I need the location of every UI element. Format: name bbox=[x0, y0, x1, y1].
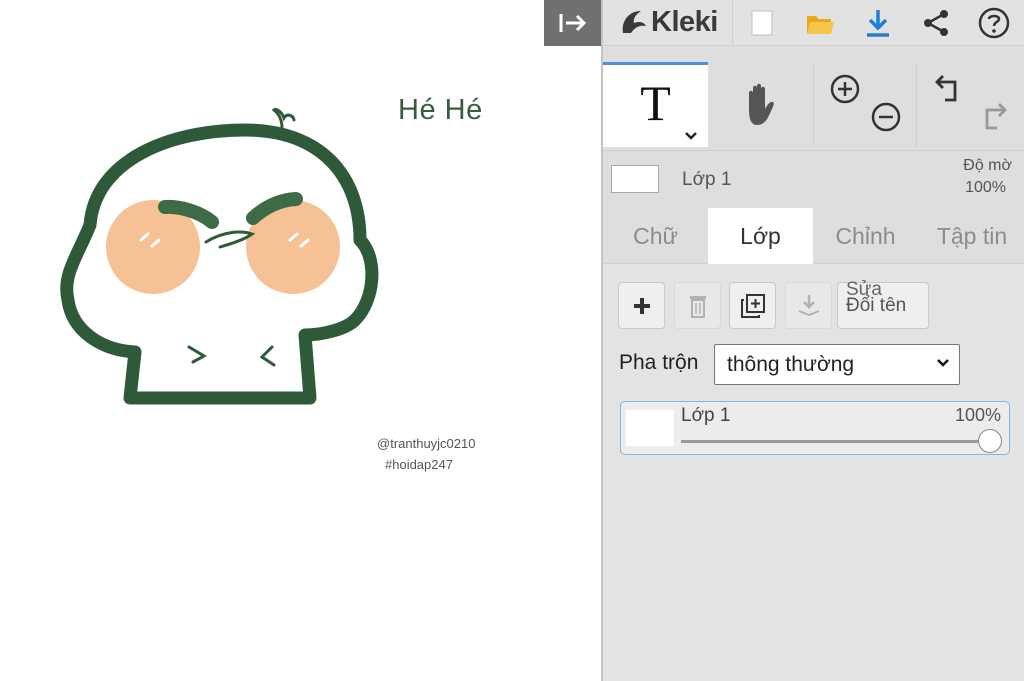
top-bar: Kleki bbox=[603, 0, 1024, 46]
blend-mode-label: Pha trộn bbox=[619, 351, 699, 374]
tab-text[interactable]: Chữ bbox=[603, 208, 708, 264]
zoom-out-icon[interactable] bbox=[869, 100, 903, 134]
tab-adjust[interactable]: Chỉnh bbox=[813, 208, 918, 264]
download-button[interactable] bbox=[849, 0, 907, 46]
plus-icon bbox=[633, 297, 650, 314]
kleki-logo-icon bbox=[622, 10, 646, 33]
opacity-slider-knob[interactable] bbox=[978, 429, 1002, 453]
zoom-in-icon[interactable] bbox=[828, 72, 862, 106]
blend-mode-select[interactable]: thông thường bbox=[714, 344, 960, 385]
hand-icon bbox=[748, 83, 774, 125]
share-button[interactable] bbox=[907, 0, 965, 46]
brand-logo[interactable]: Kleki bbox=[603, 0, 733, 46]
merge-down-button[interactable] bbox=[785, 282, 832, 329]
duplicate-layer-button[interactable] bbox=[729, 282, 776, 329]
layer-item-thumbnail bbox=[626, 410, 674, 446]
undo-icon[interactable] bbox=[933, 72, 967, 106]
blend-mode-value: thông thường bbox=[727, 352, 855, 376]
layer-item-opacity: 100% bbox=[954, 405, 1001, 425]
share-icon bbox=[924, 9, 948, 36]
layers-content: Sửa Đổi tên Pha trộn thông thường Lớp 1 … bbox=[603, 264, 1024, 681]
new-file-button[interactable] bbox=[733, 0, 791, 46]
side-panel: Kleki T Lớp 1 Độ mờ 100% Chữ Lớp Chỉnh T… bbox=[601, 0, 1024, 681]
doodle-drawing bbox=[60, 108, 379, 405]
undo-redo-controls bbox=[917, 62, 1024, 147]
new-file-icon bbox=[751, 10, 773, 35]
text-tool-button[interactable]: T bbox=[603, 62, 708, 147]
opacity-label: Độ mờ bbox=[963, 157, 1012, 174]
opacity-value: 100% bbox=[965, 179, 1006, 196]
app-name: Kleki bbox=[651, 6, 718, 38]
add-layer-button[interactable] bbox=[618, 282, 665, 329]
sprout-shape bbox=[271, 108, 296, 130]
collapse-arrow-icon bbox=[559, 14, 586, 32]
layer-list-item[interactable]: Lớp 1 100% bbox=[620, 401, 1010, 455]
text-tool-glyph: T bbox=[640, 75, 671, 131]
open-file-button[interactable] bbox=[791, 0, 849, 46]
delete-layer-button[interactable] bbox=[674, 282, 721, 329]
redo-icon[interactable] bbox=[975, 100, 1009, 134]
download-icon bbox=[867, 9, 889, 37]
merge-down-icon bbox=[798, 294, 819, 316]
canvas-text-hashtag: #hoidap247 bbox=[385, 457, 453, 472]
chevron-down-icon bbox=[937, 359, 949, 367]
rename-layer-button[interactable]: Sửa Đổi tên bbox=[837, 279, 929, 329]
duplicate-icon bbox=[740, 293, 765, 318]
drawing-canvas[interactable]: Hé Hé @tranthuyjc0210 #hoidap247 bbox=[0, 0, 601, 681]
trash-icon bbox=[689, 295, 706, 318]
chevron-down-icon bbox=[685, 132, 697, 140]
folder-icon bbox=[807, 15, 834, 34]
opacity-slider-track[interactable] bbox=[681, 440, 987, 443]
tab-file[interactable]: Tập tin bbox=[918, 208, 1024, 264]
collapse-panel-button[interactable] bbox=[544, 0, 601, 46]
layer-item-name: Lớp 1 bbox=[681, 405, 731, 426]
current-layer-row: Lớp 1 Độ mờ 100% bbox=[603, 150, 1024, 208]
help-button[interactable] bbox=[965, 0, 1023, 46]
tab-layers[interactable]: Lớp bbox=[708, 208, 813, 264]
current-layer-name: Lớp 1 bbox=[682, 169, 732, 190]
panel-tabs: Chữ Lớp Chỉnh Tập tin bbox=[603, 208, 1024, 264]
zoom-controls bbox=[814, 62, 917, 147]
canvas-text-he-he: Hé Hé bbox=[398, 94, 483, 126]
hand-tool-button[interactable] bbox=[708, 62, 814, 147]
canvas-text-handle: @tranthuyjc0210 bbox=[377, 436, 476, 451]
help-icon bbox=[978, 7, 1010, 38]
tool-row: T bbox=[603, 62, 1024, 147]
rename-label: Đổi tên bbox=[846, 295, 907, 316]
layer-thumbnail[interactable] bbox=[611, 165, 659, 193]
